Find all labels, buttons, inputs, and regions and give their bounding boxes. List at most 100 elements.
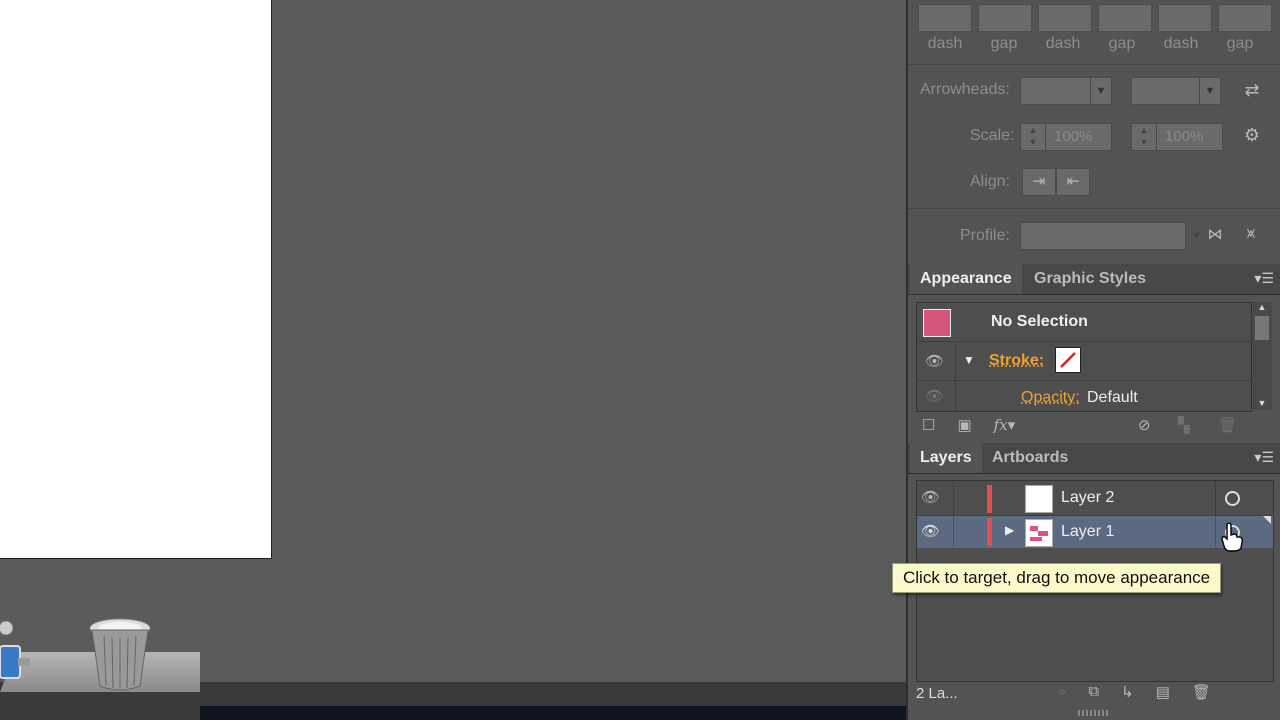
clear-appearance-icon[interactable]: ⊘: [1138, 416, 1151, 434]
opacity-row[interactable]: 👁 Opacity: Default: [917, 381, 1251, 411]
divider: [1215, 516, 1216, 548]
panel-menu-icon[interactable]: ▾☰: [1254, 449, 1274, 466]
expand-triangle-icon[interactable]: ▶: [1005, 523, 1014, 537]
artboard[interactable]: [0, 0, 272, 559]
divider: [908, 64, 1280, 65]
scale-label: Scale:: [970, 127, 1015, 144]
target-icon[interactable]: [1225, 491, 1240, 506]
appearance-scrollbar[interactable]: ▲ ▼: [1252, 302, 1272, 410]
layer-thumbnail: [1025, 519, 1053, 547]
scroll-up-icon[interactable]: ▲: [1252, 302, 1272, 312]
gap-field-3[interactable]: [1218, 4, 1272, 32]
opacity-link[interactable]: Opacity:: [1021, 389, 1080, 407]
new-layer-icon[interactable]: ▤: [1156, 683, 1170, 701]
tab-graphic-styles[interactable]: Graphic Styles: [1024, 264, 1156, 294]
gap-label: gap: [1108, 35, 1136, 52]
hand-cursor-icon: [1220, 522, 1244, 557]
divider: [955, 381, 956, 411]
layer-color-bar: [987, 518, 992, 546]
profile-label: Profile:: [960, 227, 1010, 244]
desktop-wallpaper-strip: [200, 706, 906, 720]
delete-item-icon: 🗑: [1218, 417, 1238, 434]
appearance-list: No Selection 👁 ▼ Stroke: 👁 Opacity: Defa…: [916, 302, 1252, 412]
clipping-mask-icon[interactable]: ⧉: [1088, 683, 1099, 701]
appearance-title-row: No Selection: [917, 303, 1251, 342]
align-start-button[interactable]: ⇥: [1022, 168, 1056, 196]
layer-thumbnail: [1025, 485, 1053, 513]
start-arrowhead-select[interactable]: ▼: [1020, 77, 1112, 105]
swap-arrowheads-icon[interactable]: ⇄: [1240, 80, 1264, 101]
delete-layer-icon[interactable]: 🗑: [1192, 683, 1211, 701]
selection-indicator: [1263, 516, 1271, 524]
chevron-down-icon: ▼: [1199, 78, 1220, 104]
opacity-value: Default: [1087, 389, 1138, 406]
locate-object-icon[interactable]: ⌕: [1058, 683, 1066, 701]
dash-gap-labels: dash gap dash gap dash gap: [918, 35, 1267, 53]
start-scale-field[interactable]: ▲ ▼ 100%: [1020, 123, 1112, 151]
link-scale-icon[interactable]: ⚙: [1240, 125, 1264, 146]
tab-appearance[interactable]: Appearance: [910, 264, 1022, 294]
appearance-tabbar: Appearance Graphic Styles ▾☰: [908, 264, 1280, 295]
add-fill-icon[interactable]: ▣: [957, 416, 971, 434]
layers-count: 2 La...: [916, 685, 958, 702]
expand-triangle-icon[interactable]: ▼: [963, 353, 975, 367]
layers-tabbar: Layers Artboards ▾☰: [908, 443, 1280, 474]
divider: [955, 342, 956, 380]
eye-icon[interactable]: 👁: [925, 387, 944, 405]
gap-field-2[interactable]: [1098, 4, 1152, 32]
eye-icon[interactable]: 👁: [921, 488, 940, 506]
new-sublayer-icon[interactable]: ↳: [1121, 683, 1134, 701]
gap-field-1[interactable]: [978, 4, 1032, 32]
layers-toolbar: ⌕ ⧉ ↳ ▤ 🗑: [1058, 683, 1211, 701]
trash-icon[interactable]: [88, 616, 152, 692]
end-scale-value: 100%: [1165, 128, 1204, 145]
stroke-row[interactable]: 👁 ▼ Stroke:: [917, 342, 1251, 381]
layer-row[interactable]: 👁 Layer 2: [917, 481, 1273, 516]
dash-gap-fields: [918, 4, 1272, 32]
scroll-down-icon[interactable]: ▼: [1252, 398, 1272, 408]
tab-layers[interactable]: Layers: [910, 443, 982, 473]
eye-icon[interactable]: 👁: [925, 352, 944, 370]
flip-along-icon[interactable]: ⋈: [1204, 225, 1226, 243]
fx-icon[interactable]: fx▾: [994, 416, 1016, 434]
arrowheads-label: Arrowheads:: [920, 81, 1010, 98]
duplicate-item-icon: ▚: [1178, 417, 1190, 434]
layer-name[interactable]: Layer 1: [1061, 523, 1114, 541]
dash-field-2[interactable]: [1038, 4, 1092, 32]
dash-field-1[interactable]: [918, 4, 972, 32]
align-label: Align:: [970, 173, 1011, 190]
stepper-icon[interactable]: ▲ ▼: [1132, 124, 1157, 150]
divider: [953, 516, 954, 548]
stroke-none-swatch[interactable]: [1055, 347, 1081, 373]
selection-swatch: [923, 309, 951, 337]
dash-field-3[interactable]: [1158, 4, 1212, 32]
chevron-down-icon: ▼: [1090, 78, 1111, 104]
tab-artboards[interactable]: Artboards: [982, 443, 1078, 473]
appearance-title: No Selection: [991, 313, 1088, 330]
layer-color-bar: [987, 485, 992, 513]
divider: [908, 208, 1280, 209]
layer-name[interactable]: Layer 2: [1061, 489, 1114, 507]
scroll-thumb[interactable]: [1255, 316, 1269, 340]
appearance-toolbar: ☐ ▣ fx▾: [922, 416, 1015, 434]
flip-across-icon[interactable]: ⩙: [1240, 225, 1262, 242]
dash-label: dash: [1045, 35, 1081, 52]
panel-resize-grip[interactable]: [1078, 710, 1108, 716]
eye-icon[interactable]: 👁: [921, 522, 940, 540]
end-scale-field[interactable]: ▲ ▼ 100%: [1131, 123, 1223, 151]
add-stroke-icon[interactable]: ☐: [922, 416, 935, 434]
right-panel-dock: dash gap dash gap dash gap Arrowheads: ▼…: [892, 0, 1280, 720]
profile-select[interactable]: ▼: [1020, 222, 1202, 250]
gap-label: gap: [990, 35, 1018, 52]
end-arrowhead-select[interactable]: ▼: [1131, 77, 1221, 105]
stepper-icon[interactable]: ▲ ▼: [1021, 124, 1046, 150]
dash-label: dash: [1163, 35, 1199, 52]
dock-app-icon[interactable]: [0, 618, 32, 682]
divider: [953, 481, 954, 515]
align-buttons: ⇥ ⇤: [1022, 168, 1090, 196]
dash-label: dash: [927, 35, 963, 52]
align-end-button[interactable]: ⇤: [1056, 168, 1090, 196]
panel-menu-icon[interactable]: ▾☰: [1254, 270, 1274, 287]
gap-label: gap: [1226, 35, 1254, 52]
stroke-link[interactable]: Stroke:: [989, 352, 1044, 370]
